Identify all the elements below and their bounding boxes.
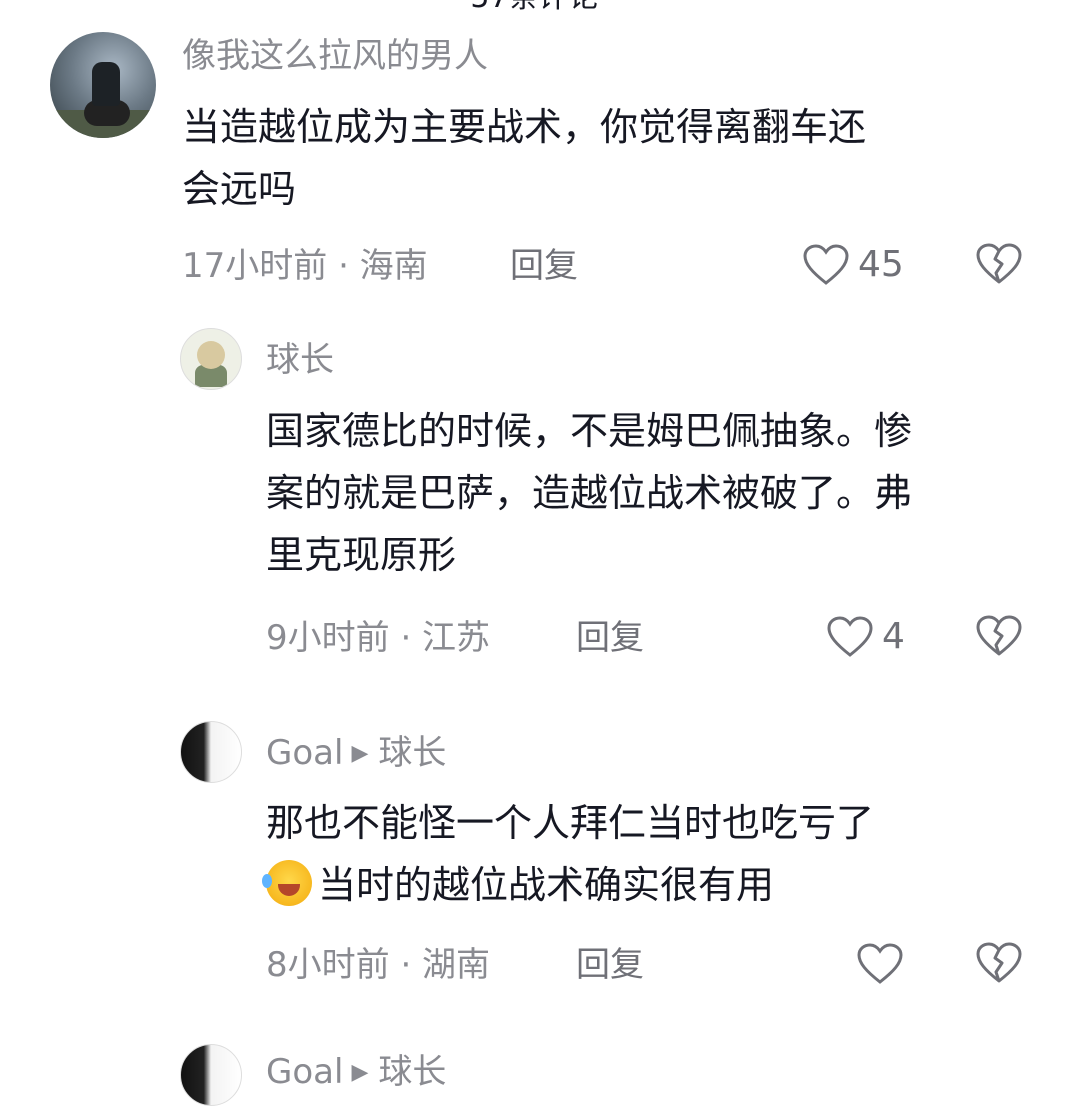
comment-meta: 9小时前 · 江苏 (266, 618, 491, 658)
comment-text-line: 里克现原形 (266, 533, 457, 577)
comment-username[interactable]: 像我这么拉风的男人 (182, 34, 488, 78)
reply-button[interactable]: 回复 (576, 943, 644, 987)
avatar[interactable] (180, 721, 242, 783)
comment-meta: 17小时前 · 海南 (182, 246, 428, 286)
play-triangle-icon: ▶ (351, 741, 369, 766)
heart-outline-icon (827, 616, 873, 657)
avatar[interactable] (180, 328, 242, 390)
reply-button[interactable]: 回复 (510, 244, 578, 288)
comment-text-line-content: 当时的越位战术确实很有用 (318, 863, 775, 907)
like-button[interactable] (856, 939, 904, 989)
heart-outline-icon (857, 943, 903, 984)
like-button[interactable]: 4 (826, 612, 905, 662)
play-triangle-icon: ▶ (351, 1060, 369, 1085)
comment-text-line: 当时的越位战术确实很有用 (262, 854, 874, 916)
avatar[interactable] (180, 1044, 242, 1106)
avatar[interactable] (50, 32, 156, 138)
like-button[interactable]: 45 (802, 240, 904, 290)
comment-username[interactable]: Goal ▶ 球长 (266, 731, 446, 776)
broken-heart-icon[interactable] (975, 941, 1023, 985)
reply-to-username[interactable]: 球长 (378, 1052, 446, 1092)
comment-username-text: Goal (266, 733, 344, 773)
broken-heart-icon[interactable] (975, 614, 1023, 658)
reply-to-username[interactable]: 球长 (378, 733, 446, 773)
comment-text: 那也不能怪一个人拜仁当时也吃亏了 当时的越位战术确实很有用 (262, 792, 875, 916)
like-count: 45 (858, 244, 904, 285)
comment-username[interactable]: Goal ▶ 球长 (266, 1050, 446, 1095)
comment-text-line: 会远吗 (182, 167, 297, 211)
comment-username-text: Goal (266, 1052, 344, 1092)
comments-count-title: 57条评论 (0, 0, 1069, 18)
heart-outline-icon (803, 244, 849, 285)
comment-text-line: 那也不能怪一个人拜仁当时也吃亏了 (266, 801, 875, 845)
comment-text-line: 国家德比的时候，不是姆巴佩抽象。惨 (266, 409, 913, 453)
comment-username[interactable]: 球长 (266, 338, 334, 382)
laughing-crying-emoji-icon (262, 860, 312, 906)
comment-text-line: 当造越位成为主要战术，你觉得离翻车还 (182, 105, 867, 149)
comment-text: 当造越位成为主要战术，你觉得离翻车还 会远吗 (182, 96, 866, 220)
comment-text-line: 案的就是巴萨，造越位战术被破了。弗 (266, 471, 913, 515)
like-count: 4 (882, 616, 905, 657)
broken-heart-icon[interactable] (975, 242, 1023, 286)
comment-meta: 8小时前 · 湖南 (266, 945, 491, 985)
comment-text: 国家德比的时候，不是姆巴佩抽象。惨 案的就是巴萨，造越位战术被破了。弗 里克现原… (266, 400, 912, 586)
reply-button[interactable]: 回复 (576, 616, 644, 660)
